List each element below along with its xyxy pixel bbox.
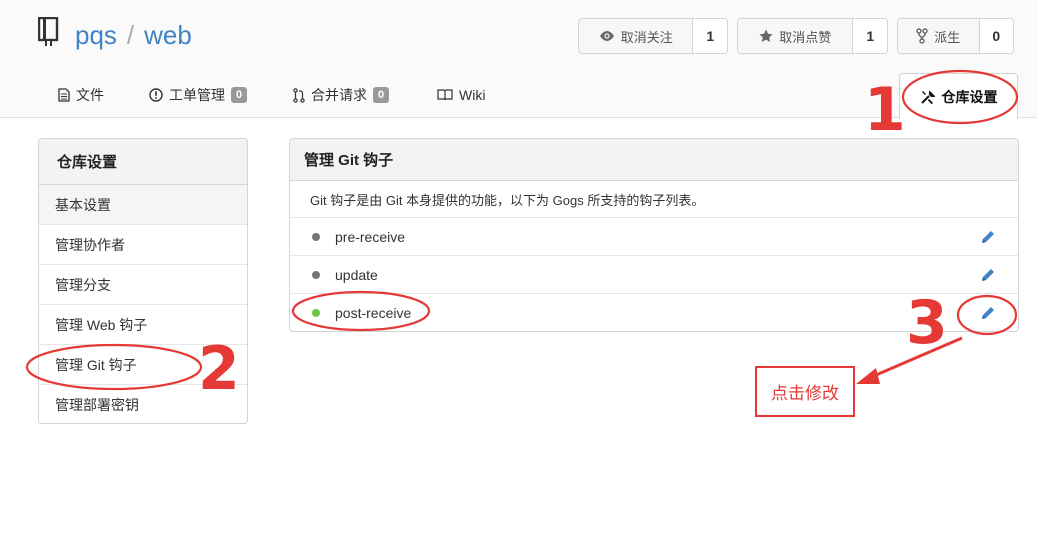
hook-row: post-receive <box>290 294 1018 331</box>
git-hooks-panel: 管理 Git 钩子 Git 钩子是由 Git 本身提供的功能，以下为 Gogs … <box>289 138 1019 332</box>
sidebar-item-deploy-keys[interactable]: 管理部署密钥 <box>39 385 247 423</box>
hook-name: pre-receive <box>335 228 406 245</box>
unstar-button-group: 取消点赞 1 <box>737 18 888 54</box>
sidebar-item-basic-settings[interactable]: 基本设置 <box>39 185 247 225</box>
unwatch-button-group: 取消关注 1 <box>578 18 728 54</box>
tab-settings-label: 仓库设置 <box>941 88 998 105</box>
annotation-arrow <box>861 336 963 383</box>
sidebar-item-branches[interactable]: 管理分支 <box>39 265 247 305</box>
unwatch-label: 取消关注 <box>620 29 673 45</box>
repo-separator: / <box>126 20 135 50</box>
book-icon <box>38 17 59 47</box>
edit-pencil-icon[interactable] <box>980 305 996 321</box>
settings-sidebar: 仓库设置 基本设置 管理协作者 管理分支 管理 Web 钩子 管理 Git 钩子… <box>38 138 248 424</box>
tab-pull-requests[interactable]: 合并请求 0 <box>293 80 390 110</box>
repo-owner-link[interactable]: pqs <box>75 20 117 50</box>
star-icon <box>759 29 773 42</box>
repo-title: pqs / web <box>75 20 192 51</box>
hook-row: pre-receive <box>290 218 1018 256</box>
forks-count[interactable]: 0 <box>979 19 1013 53</box>
eye-icon <box>599 31 614 41</box>
hook-status-dot <box>312 270 320 279</box>
unstar-label: 取消点赞 <box>779 29 832 45</box>
annotation-arrowhead <box>856 368 880 384</box>
hook-name: update <box>335 266 378 283</box>
sidebar-item-webhooks[interactable]: 管理 Web 钩子 <box>39 305 247 345</box>
hook-row: update <box>290 256 1018 294</box>
fork-icon <box>916 28 928 44</box>
unwatch-button[interactable]: 取消关注 <box>579 19 694 53</box>
fork-button[interactable]: 派生 <box>898 19 980 53</box>
tab-settings[interactable]: 仓库设置 <box>899 73 1018 119</box>
tab-files-label: 文件 <box>76 87 104 103</box>
issues-count-badge: 0 <box>231 87 248 103</box>
unstar-button[interactable]: 取消点赞 <box>738 19 854 53</box>
repo-name-link[interactable]: web <box>144 20 192 50</box>
fork-button-group: 派生 0 <box>897 18 1014 54</box>
issue-icon <box>149 88 163 102</box>
tools-icon <box>920 90 935 104</box>
pull-requests-count-badge: 0 <box>373 87 390 103</box>
tab-files[interactable]: 文件 <box>58 80 104 110</box>
panel-title: 管理 Git 钩子 <box>290 139 1018 181</box>
tab-wiki[interactable]: Wiki <box>437 80 485 110</box>
panel-description: Git 钩子是由 Git 本身提供的功能，以下为 Gogs 所支持的钩子列表。 <box>290 181 1018 218</box>
hook-status-dot <box>312 232 320 241</box>
hook-name: post-receive <box>335 305 412 321</box>
sidebar-title: 仓库设置 <box>39 139 247 185</box>
tab-issues[interactable]: 工单管理 0 <box>149 80 248 110</box>
sidebar-item-collaborators[interactable]: 管理协作者 <box>39 225 247 265</box>
repo-header: pqs / web 取消关注 1 取消点赞 1 派生 0 文件 工单管理 0 合并请… <box>0 0 1037 119</box>
tab-wiki-label: Wiki <box>459 87 486 103</box>
edit-pencil-icon[interactable] <box>980 267 996 283</box>
stars-count[interactable]: 1 <box>853 19 887 53</box>
watchers-count[interactable]: 1 <box>693 19 727 53</box>
edit-pencil-icon[interactable] <box>980 229 996 245</box>
tab-issues-label: 工单管理 <box>169 87 225 103</box>
fork-label: 派生 <box>934 29 961 45</box>
sidebar-item-git-hooks[interactable]: 管理 Git 钩子 <box>39 345 247 385</box>
annotation-callout-box: 点击修改 <box>755 366 855 417</box>
tab-pull-requests-label: 合并请求 <box>311 87 367 103</box>
pull-request-icon <box>293 87 305 103</box>
book-open-icon <box>437 89 453 101</box>
file-text-icon <box>58 88 70 102</box>
hook-status-dot <box>312 309 320 317</box>
